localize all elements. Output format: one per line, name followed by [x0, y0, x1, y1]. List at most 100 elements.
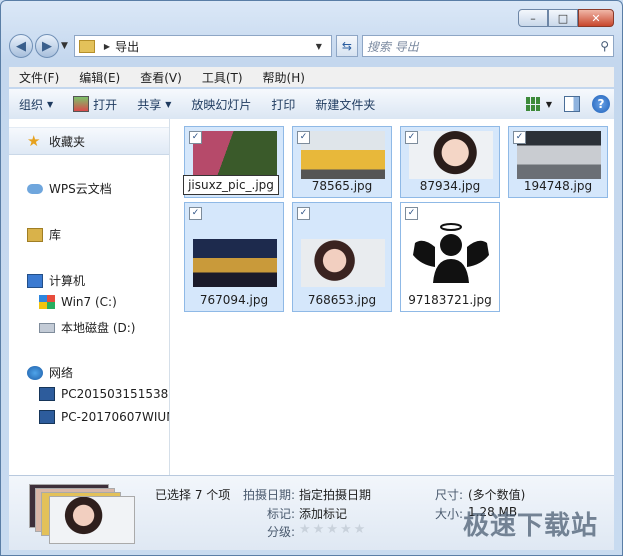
chevron-right-icon[interactable]: ▶	[104, 42, 110, 51]
star-icon[interactable]: ★	[299, 522, 311, 537]
tags-label: 标记:	[267, 507, 296, 521]
file-tile[interactable]: ✓ jisuxz_pic_.jpg	[183, 126, 284, 198]
slideshow-button[interactable]: 放映幻灯片	[181, 96, 261, 113]
menu-file[interactable]: 文件(F)	[9, 69, 69, 86]
recent-pages-dropdown[interactable]: ▼	[61, 41, 68, 51]
star-icon[interactable]: ★	[326, 522, 338, 537]
angel-avatar-icon	[413, 223, 489, 283]
new-folder-button[interactable]: 新建文件夹	[305, 96, 385, 113]
minimize-button[interactable]: –	[518, 9, 548, 27]
print-button[interactable]: 打印	[261, 96, 305, 113]
help-icon[interactable]: ?	[592, 95, 610, 113]
folder-icon	[78, 39, 95, 53]
close-button[interactable]: ✕	[578, 9, 614, 27]
file-name: 767094.jpg	[199, 293, 269, 307]
sidebar-item-favorites[interactable]: ★ 收藏夹	[27, 132, 85, 150]
menu-edit[interactable]: 编辑(E)	[69, 69, 130, 86]
sidebar-label: Win7 (C:)	[61, 295, 117, 309]
checkbox[interactable]: ✓	[297, 207, 310, 220]
menu-help[interactable]: 帮助(H)	[253, 69, 315, 86]
sidebar-label: 计算机	[49, 274, 86, 288]
file-tile[interactable]: ✓ 767094.jpg	[184, 202, 284, 312]
rating-stars[interactable]: ★ ★ ★ ★ ★	[299, 522, 367, 537]
menu-tools[interactable]: 工具(T)	[192, 69, 253, 86]
menu-bar: 文件(F) 编辑(E) 查看(V) 工具(T) 帮助(H)	[9, 67, 614, 87]
refresh-icon: ⇆	[341, 39, 352, 53]
rating-label: 分级:	[267, 525, 296, 539]
hard-drive-icon	[39, 322, 55, 333]
dimensions-value: (多个数值)	[468, 488, 526, 502]
caption-buttons: – □ ✕	[518, 9, 614, 27]
network-computer-icon	[39, 387, 55, 401]
checkbox[interactable]: ✓	[189, 131, 202, 144]
chevron-down-icon: ▼	[47, 99, 54, 109]
file-tile[interactable]: ✓ 87934.jpg	[400, 126, 500, 198]
sidebar-item-drive-d[interactable]: 本地磁盘 (D:)	[39, 319, 135, 336]
share-button[interactable]: 共享 ▼	[127, 96, 181, 113]
computer-icon	[27, 273, 43, 288]
open-label: 打开	[93, 97, 118, 112]
sidebar-item-pc1[interactable]: PC201503151538	[39, 387, 168, 401]
view-dropdown-icon[interactable]: ▼	[546, 100, 552, 109]
dimensions-label: 尺寸:	[435, 488, 464, 502]
rename-input[interactable]: jisuxz_pic_.jpg	[183, 175, 279, 195]
checkbox[interactable]: ✓	[405, 207, 418, 220]
image-thumbnail	[409, 131, 493, 179]
organize-button[interactable]: 组织 ▼	[9, 96, 63, 113]
selection-preview-stack	[29, 484, 139, 544]
menu-view[interactable]: 查看(V)	[130, 69, 192, 86]
breadcrumb-current[interactable]: 导出	[115, 38, 139, 55]
preview-pane-icon[interactable]	[564, 96, 580, 112]
explorer-window: – □ ✕ ◀ ▶ ▼ ▶ 导出 ▼ ⇆ 搜索 导出 ⚲ 文件(F) 编辑(E)…	[0, 0, 623, 556]
image-thumbnail	[301, 239, 385, 287]
file-tile[interactable]: ✓ 194748.jpg	[508, 126, 608, 198]
image-thumbnail	[301, 131, 385, 179]
file-tile[interactable]: ✓ 78565.jpg	[292, 126, 392, 198]
navigation-pane: ★ 收藏夹 WPS云文档 库 计算机 Win7 (C:) 本地磁盘 (D:) 网络…	[9, 119, 170, 475]
checkbox[interactable]: ✓	[513, 131, 526, 144]
cloud-icon	[27, 183, 43, 194]
network-icon	[27, 365, 43, 380]
library-icon	[27, 227, 43, 242]
file-tile[interactable]: ✓ 768653.jpg	[292, 202, 392, 312]
sidebar-item-network[interactable]: 网络	[27, 364, 73, 381]
search-placeholder: 搜索 导出	[366, 39, 419, 54]
checkbox[interactable]: ✓	[189, 207, 202, 220]
sidebar-item-wps[interactable]: WPS云文档	[27, 180, 112, 197]
maximize-button[interactable]: □	[548, 9, 578, 27]
refresh-button[interactable]: ⇆	[335, 35, 358, 57]
star-icon[interactable]: ★	[354, 522, 366, 537]
file-name: 78565.jpg	[311, 179, 373, 193]
address-bar[interactable]: ▶ 导出 ▼	[73, 35, 332, 57]
star-icon[interactable]: ★	[340, 522, 352, 537]
address-dropdown-icon[interactable]: ▼	[316, 42, 322, 51]
search-icon: ⚲	[600, 39, 609, 53]
star-icon[interactable]: ★	[313, 522, 325, 537]
checkbox[interactable]: ✓	[297, 131, 310, 144]
file-name: 768653.jpg	[307, 293, 377, 307]
tags-value[interactable]: 添加标记	[299, 505, 347, 522]
selection-count: 已选择 7 个项	[155, 488, 231, 502]
windows-drive-icon	[39, 295, 55, 309]
checkbox[interactable]: ✓	[405, 131, 418, 144]
change-view-icon[interactable]	[525, 97, 542, 111]
file-tile[interactable]: ✓ 97183721.jpg	[400, 202, 500, 312]
sidebar-label: 本地磁盘 (D:)	[61, 321, 136, 335]
photo-viewer-icon	[73, 96, 90, 112]
sidebar-item-computer[interactable]: 计算机	[27, 272, 85, 289]
sidebar-item-library[interactable]: 库	[27, 226, 61, 243]
share-label: 共享	[137, 97, 162, 112]
sidebar-item-pc2[interactable]: PC-20170607WIUN	[39, 410, 169, 424]
open-button[interactable]: 打开	[63, 96, 127, 113]
date-taken-value[interactable]: 指定拍摄日期	[299, 486, 371, 503]
search-input[interactable]: 搜索 导出 ⚲	[361, 35, 614, 57]
sidebar-item-drive-c[interactable]: Win7 (C:)	[39, 295, 117, 309]
back-button[interactable]: ◀	[9, 34, 33, 58]
forward-button[interactable]: ▶	[35, 34, 59, 58]
back-arrow-icon: ◀	[16, 38, 26, 54]
network-computer-icon	[39, 410, 55, 424]
command-bar: 组织 ▼ 打开 共享 ▼ 放映幻灯片 打印 新建文件夹 ▼ ?	[9, 89, 614, 120]
date-taken-label: 拍摄日期:	[243, 488, 296, 502]
image-thumbnail	[517, 131, 601, 179]
forward-arrow-icon: ▶	[42, 38, 52, 54]
